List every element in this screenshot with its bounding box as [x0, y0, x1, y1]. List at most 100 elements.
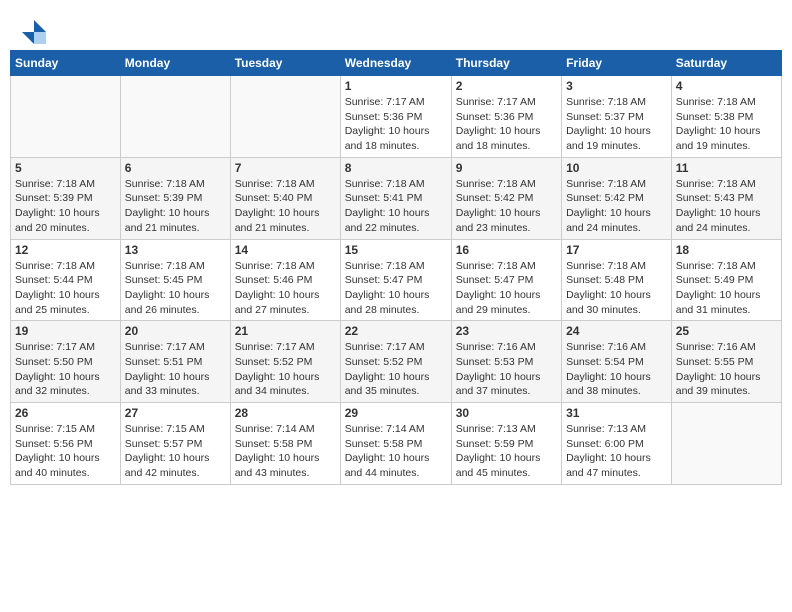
- weekday-header-tuesday: Tuesday: [230, 51, 340, 76]
- day-number: 14: [235, 243, 336, 257]
- calendar-table: SundayMondayTuesdayWednesdayThursdayFrid…: [10, 50, 782, 485]
- calendar-cell: 20 Sunrise: 7:17 AM Sunset: 5:51 PM Dayli…: [120, 321, 230, 403]
- calendar-cell: 18Sunrise: 7:18 AM Sunset: 5:49 PM Dayli…: [671, 239, 781, 321]
- calendar-cell: 23 Sunrise: 7:16 AM Sunset: 5:53 PM Dayli…: [451, 321, 561, 403]
- calendar-cell: [671, 403, 781, 485]
- day-info: Sunrise: 7:18 AM Sunset: 5:44 PM Dayligh…: [15, 259, 116, 318]
- calendar-cell: 28Sunrise: 7:14 AM Sunset: 5:58 PM Dayli…: [230, 403, 340, 485]
- day-info: Sunrise: 7:18 AM Sunset: 5:38 PM Dayligh…: [676, 95, 777, 154]
- day-number: 21: [235, 324, 336, 338]
- calendar-week-row: 26Sunrise: 7:15 AM Sunset: 5:56 PM Dayli…: [11, 403, 782, 485]
- weekday-header-wednesday: Wednesday: [340, 51, 451, 76]
- day-number: 24: [566, 324, 667, 338]
- calendar-cell: 27 Sunrise: 7:15 AM Sunset: 5:57 PM Dayli…: [120, 403, 230, 485]
- day-number: 2: [456, 79, 557, 93]
- day-number: 8: [345, 161, 447, 175]
- day-info: Sunrise: 7:16 AM Sunset: 5:55 PM Dayligh…: [676, 340, 777, 399]
- calendar-week-row: 1 Sunrise: 7:17 AM Sunset: 5:36 PM Daylig…: [11, 76, 782, 158]
- calendar-cell: 8 Sunrise: 7:18 AM Sunset: 5:41 PM Daylig…: [340, 157, 451, 239]
- calendar-cell: 14 Sunrise: 7:18 AM Sunset: 5:46 PM Dayli…: [230, 239, 340, 321]
- calendar-cell: [120, 76, 230, 158]
- weekday-header-thursday: Thursday: [451, 51, 561, 76]
- day-info: Sunrise: 7:15 AM Sunset: 5:57 PM Dayligh…: [125, 422, 226, 481]
- day-number: 27: [125, 406, 226, 420]
- day-info: Sunrise: 7:17 AM Sunset: 5:51 PM Dayligh…: [125, 340, 226, 399]
- day-number: 13: [125, 243, 226, 257]
- day-number: 4: [676, 79, 777, 93]
- day-info: Sunrise: 7:17 AM Sunset: 5:50 PM Dayligh…: [15, 340, 116, 399]
- calendar-week-row: 12 Sunrise: 7:18 AM Sunset: 5:44 PM Dayli…: [11, 239, 782, 321]
- day-number: 7: [235, 161, 336, 175]
- day-number: 23: [456, 324, 557, 338]
- day-info: Sunrise: 7:13 AM Sunset: 6:00 PM Dayligh…: [566, 422, 667, 481]
- calendar-cell: 5 Sunrise: 7:18 AM Sunset: 5:39 PM Daylig…: [11, 157, 121, 239]
- day-info: Sunrise: 7:15 AM Sunset: 5:56 PM Dayligh…: [15, 422, 116, 481]
- day-info: Sunrise: 7:18 AM Sunset: 5:42 PM Dayligh…: [566, 177, 667, 236]
- day-info: Sunrise: 7:18 AM Sunset: 5:47 PM Dayligh…: [456, 259, 557, 318]
- day-info: Sunrise: 7:17 AM Sunset: 5:52 PM Dayligh…: [235, 340, 336, 399]
- calendar-cell: 2Sunrise: 7:17 AM Sunset: 5:36 PM Daylig…: [451, 76, 561, 158]
- day-info: Sunrise: 7:18 AM Sunset: 5:39 PM Dayligh…: [125, 177, 226, 236]
- calendar-cell: [11, 76, 121, 158]
- calendar-cell: 1 Sunrise: 7:17 AM Sunset: 5:36 PM Daylig…: [340, 76, 451, 158]
- day-number: 28: [235, 406, 336, 420]
- day-number: 25: [676, 324, 777, 338]
- day-info: Sunrise: 7:18 AM Sunset: 5:39 PM Dayligh…: [15, 177, 116, 236]
- calendar-cell: 22 Sunrise: 7:17 AM Sunset: 5:52 PM Dayli…: [340, 321, 451, 403]
- day-number: 12: [15, 243, 116, 257]
- calendar-cell: 13 Sunrise: 7:18 AM Sunset: 5:45 PM Dayli…: [120, 239, 230, 321]
- calendar-cell: 4 Sunrise: 7:18 AM Sunset: 5:38 PM Daylig…: [671, 76, 781, 158]
- calendar-week-row: 19Sunrise: 7:17 AM Sunset: 5:50 PM Dayli…: [11, 321, 782, 403]
- calendar-cell: 17 Sunrise: 7:18 AM Sunset: 5:48 PM Dayli…: [562, 239, 672, 321]
- calendar-cell: [230, 76, 340, 158]
- day-number: 29: [345, 406, 447, 420]
- day-info: Sunrise: 7:17 AM Sunset: 5:52 PM Dayligh…: [345, 340, 447, 399]
- day-info: Sunrise: 7:18 AM Sunset: 5:37 PM Dayligh…: [566, 95, 667, 154]
- calendar-cell: 21 Sunrise: 7:17 AM Sunset: 5:52 PM Dayli…: [230, 321, 340, 403]
- day-number: 17: [566, 243, 667, 257]
- day-number: 18: [676, 243, 777, 257]
- calendar-cell: 31 Sunrise: 7:13 AM Sunset: 6:00 PM Dayli…: [562, 403, 672, 485]
- day-number: 6: [125, 161, 226, 175]
- calendar-week-row: 5 Sunrise: 7:18 AM Sunset: 5:39 PM Daylig…: [11, 157, 782, 239]
- calendar-cell: 11Sunrise: 7:18 AM Sunset: 5:43 PM Dayli…: [671, 157, 781, 239]
- weekday-header-monday: Monday: [120, 51, 230, 76]
- calendar-cell: 10Sunrise: 7:18 AM Sunset: 5:42 PM Dayli…: [562, 157, 672, 239]
- weekday-header-saturday: Saturday: [671, 51, 781, 76]
- day-number: 31: [566, 406, 667, 420]
- day-number: 22: [345, 324, 447, 338]
- day-info: Sunrise: 7:16 AM Sunset: 5:54 PM Dayligh…: [566, 340, 667, 399]
- calendar-cell: 7 Sunrise: 7:18 AM Sunset: 5:40 PM Daylig…: [230, 157, 340, 239]
- day-info: Sunrise: 7:18 AM Sunset: 5:48 PM Dayligh…: [566, 259, 667, 318]
- calendar-cell: 25 Sunrise: 7:16 AM Sunset: 5:55 PM Dayli…: [671, 321, 781, 403]
- day-info: Sunrise: 7:14 AM Sunset: 5:58 PM Dayligh…: [345, 422, 447, 481]
- calendar-body: 1 Sunrise: 7:17 AM Sunset: 5:36 PM Daylig…: [11, 76, 782, 485]
- day-number: 20: [125, 324, 226, 338]
- day-info: Sunrise: 7:18 AM Sunset: 5:43 PM Dayligh…: [676, 177, 777, 236]
- day-info: Sunrise: 7:13 AM Sunset: 5:59 PM Dayligh…: [456, 422, 557, 481]
- calendar-cell: 26Sunrise: 7:15 AM Sunset: 5:56 PM Dayli…: [11, 403, 121, 485]
- day-info: Sunrise: 7:18 AM Sunset: 5:41 PM Dayligh…: [345, 177, 447, 236]
- weekday-header-sunday: Sunday: [11, 51, 121, 76]
- day-number: 5: [15, 161, 116, 175]
- day-number: 9: [456, 161, 557, 175]
- weekday-header-friday: Friday: [562, 51, 672, 76]
- day-info: Sunrise: 7:18 AM Sunset: 5:45 PM Dayligh…: [125, 259, 226, 318]
- calendar-header-row: SundayMondayTuesdayWednesdayThursdayFrid…: [11, 51, 782, 76]
- day-info: Sunrise: 7:16 AM Sunset: 5:53 PM Dayligh…: [456, 340, 557, 399]
- calendar-cell: 6 Sunrise: 7:18 AM Sunset: 5:39 PM Daylig…: [120, 157, 230, 239]
- page-header: [10, 10, 782, 50]
- calendar-cell: 24 Sunrise: 7:16 AM Sunset: 5:54 PM Dayli…: [562, 321, 672, 403]
- day-number: 1: [345, 79, 447, 93]
- day-number: 15: [345, 243, 447, 257]
- day-info: Sunrise: 7:18 AM Sunset: 5:40 PM Dayligh…: [235, 177, 336, 236]
- day-info: Sunrise: 7:17 AM Sunset: 5:36 PM Dayligh…: [345, 95, 447, 154]
- day-info: Sunrise: 7:18 AM Sunset: 5:42 PM Dayligh…: [456, 177, 557, 236]
- day-number: 3: [566, 79, 667, 93]
- day-number: 30: [456, 406, 557, 420]
- calendar-cell: 29 Sunrise: 7:14 AM Sunset: 5:58 PM Dayli…: [340, 403, 451, 485]
- day-number: 16: [456, 243, 557, 257]
- calendar-cell: 30 Sunrise: 7:13 AM Sunset: 5:59 PM Dayli…: [451, 403, 561, 485]
- day-info: Sunrise: 7:18 AM Sunset: 5:46 PM Dayligh…: [235, 259, 336, 318]
- calendar-cell: 9 Sunrise: 7:18 AM Sunset: 5:42 PM Daylig…: [451, 157, 561, 239]
